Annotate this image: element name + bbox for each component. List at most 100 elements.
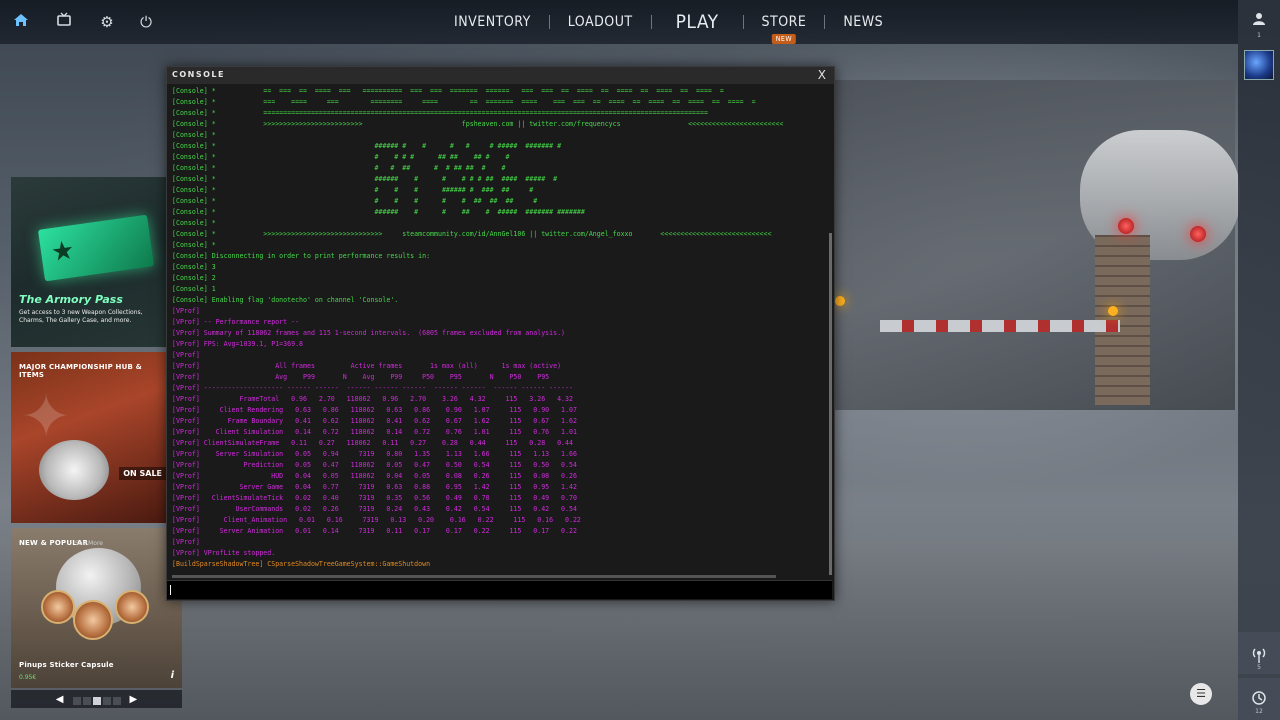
console-line: [Console] * [172, 219, 216, 227]
console-line: [Console] * # # # ###### # ### ## # [172, 186, 534, 194]
nav-play[interactable]: PLAY [652, 11, 743, 33]
console-line: [Console] * # # # # ## ## ## # # [172, 153, 510, 161]
see-more-link[interactable]: See More [75, 540, 135, 548]
console-line: [VProf] Server Simulation 0.05 0.94 7319… [172, 450, 577, 458]
user-icon[interactable] [1249, 12, 1269, 30]
console-line: [VProf] UserCommands 0.02 0.26 7319 0.24… [172, 505, 577, 513]
avatar[interactable] [1244, 50, 1274, 80]
console-output[interactable]: [Console] * == === == ==== === =========… [172, 86, 812, 572]
text-caret [170, 585, 171, 595]
console-line: [VProf] [172, 351, 200, 359]
carousel-dot[interactable] [112, 696, 121, 705]
carousel-prev-icon[interactable]: ◀ [56, 694, 64, 705]
scene-lamp [1108, 306, 1118, 316]
nav-store-label: STORE [761, 14, 807, 30]
console-line: [VProf] FrameTotal 0.96 2.70 118062 0.96… [172, 395, 573, 403]
carousel-dots [72, 690, 122, 709]
console-line: [Console] * [172, 131, 216, 139]
console-line: [Console] * ###### # # # # # ##### #####… [172, 142, 562, 150]
scene-signal-light [1118, 218, 1134, 234]
broadcast-panel: 5 [1238, 632, 1280, 674]
tv-icon[interactable] [54, 12, 74, 32]
new-popular-card[interactable]: NEW & POPULAR See More Pinups Sticker Ca… [11, 528, 182, 688]
nav-store[interactable]: STORE NEW [744, 14, 825, 44]
console-line: [Console] * [172, 241, 216, 249]
armory-pass-card[interactable]: ★ The Armory Pass Get access to 3 new We… [11, 177, 166, 347]
on-sale-badge: ON SALE [119, 467, 166, 480]
champion-sticker-image [39, 440, 109, 500]
nav-news[interactable]: NEWS [825, 14, 901, 30]
main-nav: INVENTORY LOADOUT PLAY STORE NEW NEWS [436, 0, 901, 44]
carousel-dot[interactable] [92, 696, 101, 705]
major-card-title: MAJOR CHAMPIONSHIP HUB & ITEMS [19, 363, 142, 379]
info-icon[interactable]: i [171, 670, 174, 681]
carousel-dot[interactable] [82, 696, 91, 705]
armory-pass-subtitle: Get access to 3 new Weapon Collections, … [19, 309, 143, 324]
console-line: [VProf] Client Simulation 0.14 0.72 1180… [172, 428, 577, 436]
console-line: [VProf] Client Rendering 0.63 0.86 11806… [172, 406, 577, 414]
nav-loadout[interactable]: LOADOUT [550, 14, 651, 30]
pinup-sticker-image [73, 600, 113, 640]
item-price: 0.95€ [19, 674, 37, 681]
carousel-next-icon[interactable]: ▶ [130, 694, 138, 705]
top-bar: ⚙ ⏻ INVENTORY LOADOUT PLAY STORE NEW NEW… [0, 0, 1238, 44]
console-line: [Console] 2 [172, 274, 216, 282]
pinup-sticker-image [115, 590, 149, 624]
console-line: [VProf] Summary of 118062 frames and 115… [172, 329, 566, 337]
gear-icon[interactable]: ⚙ [97, 12, 117, 32]
console-line: [Console] * ###### # # # # # ## #### ###… [172, 175, 558, 183]
new-badge: NEW [771, 34, 797, 44]
power-icon[interactable]: ⏻ [136, 12, 156, 32]
console-line: [VProf] Client_Animation 0.01 0.16 7319 … [172, 516, 581, 524]
right-sidebar: 1 5 12 [1238, 0, 1280, 720]
carousel-dot[interactable] [102, 696, 111, 705]
carousel-dot[interactable] [72, 696, 81, 705]
scene-signal-light [1190, 226, 1206, 242]
console-line: [VProf] FPS: Avg=1039.1, P1=369.8 [172, 340, 304, 348]
console-line: [Console] Disconnecting in order to prin… [172, 252, 431, 260]
console-line: [VProf] ClientSimulateTick 0.02 0.40 731… [172, 494, 577, 502]
console-header[interactable]: CONSOLE X [167, 67, 834, 84]
console-input[interactable] [167, 580, 832, 599]
console-horizontal-scrollbar[interactable] [172, 575, 776, 578]
armory-ticket-image: ★ [37, 214, 155, 282]
settings-toggle-button[interactable]: ☰ [1190, 683, 1212, 705]
console-line: [Console] * >>>>>>>>>>>>>>>>>>>>>>>>>>>>… [172, 230, 772, 238]
nav-inventory[interactable]: INVENTORY [436, 14, 549, 30]
scene-lamp [835, 296, 845, 306]
console-line: [VProf] -------------------- ------ ----… [172, 384, 573, 392]
console-line: [Console] * === ==== === ======== ==== =… [172, 98, 756, 106]
console-line: [Console] 1 [172, 285, 216, 293]
console-line: [VProf] Server Game 0.04 0.77 7319 0.63 … [172, 483, 577, 491]
home-icon[interactable] [11, 12, 31, 32]
console-line: [Console] Enabling flag 'donotecho' on c… [172, 296, 399, 304]
console-line: [Console] * ============================… [172, 109, 708, 117]
close-button[interactable]: X [818, 68, 826, 82]
history-panel: 12 [1238, 678, 1280, 720]
console-line: [Console] * == === == ==== === =========… [172, 87, 724, 95]
console-line: [Console] * ###### # # ## # ##### ######… [172, 208, 585, 216]
history-icon[interactable] [1249, 690, 1269, 710]
console-line: [VProf] Server Animation 0.01 0.14 7319 … [172, 527, 577, 535]
console-line: [VProf] VProfLite stopped. [172, 549, 276, 557]
history-count: 12 [1255, 708, 1263, 715]
console-title: CONSOLE [172, 70, 225, 79]
item-name: Pinups Sticker Capsule [19, 661, 114, 669]
console-line: [VProf] Frame Boundary 0.41 0.62 118062 … [172, 417, 577, 425]
console-line: [VProf] ClientSimulateFrame 0.11 0.27 11… [172, 439, 573, 447]
pinup-sticker-image [41, 590, 75, 624]
console-line: [Console] * # # # # # ## ## ## # [172, 197, 538, 205]
console-scrollbar[interactable] [829, 233, 832, 575]
console-line: [BuildSparseShadowTree] CSparseShadowTre… [172, 560, 431, 568]
console-line: [VProf] Prediction 0.05 0.47 118062 0.05… [172, 461, 577, 469]
console-line: [VProf] -- Performance report -- [172, 318, 300, 326]
console-window: CONSOLE X [Console] * == === == ==== ===… [166, 66, 835, 601]
console-line: [VProf] All frames Active frames 1s max … [172, 362, 562, 370]
major-championship-card[interactable]: MAJOR CHAMPIONSHIP HUB & ITEMS ✦ ON SALE [11, 352, 166, 523]
card-carousel-nav: ◀ ▶ [11, 690, 182, 708]
console-line: [Console] 3 [172, 263, 216, 271]
console-line: [VProf] [172, 307, 200, 315]
friends-count: 1 [1257, 32, 1261, 39]
scene-barrier [880, 320, 1120, 332]
broadcast-count: 5 [1257, 664, 1261, 671]
